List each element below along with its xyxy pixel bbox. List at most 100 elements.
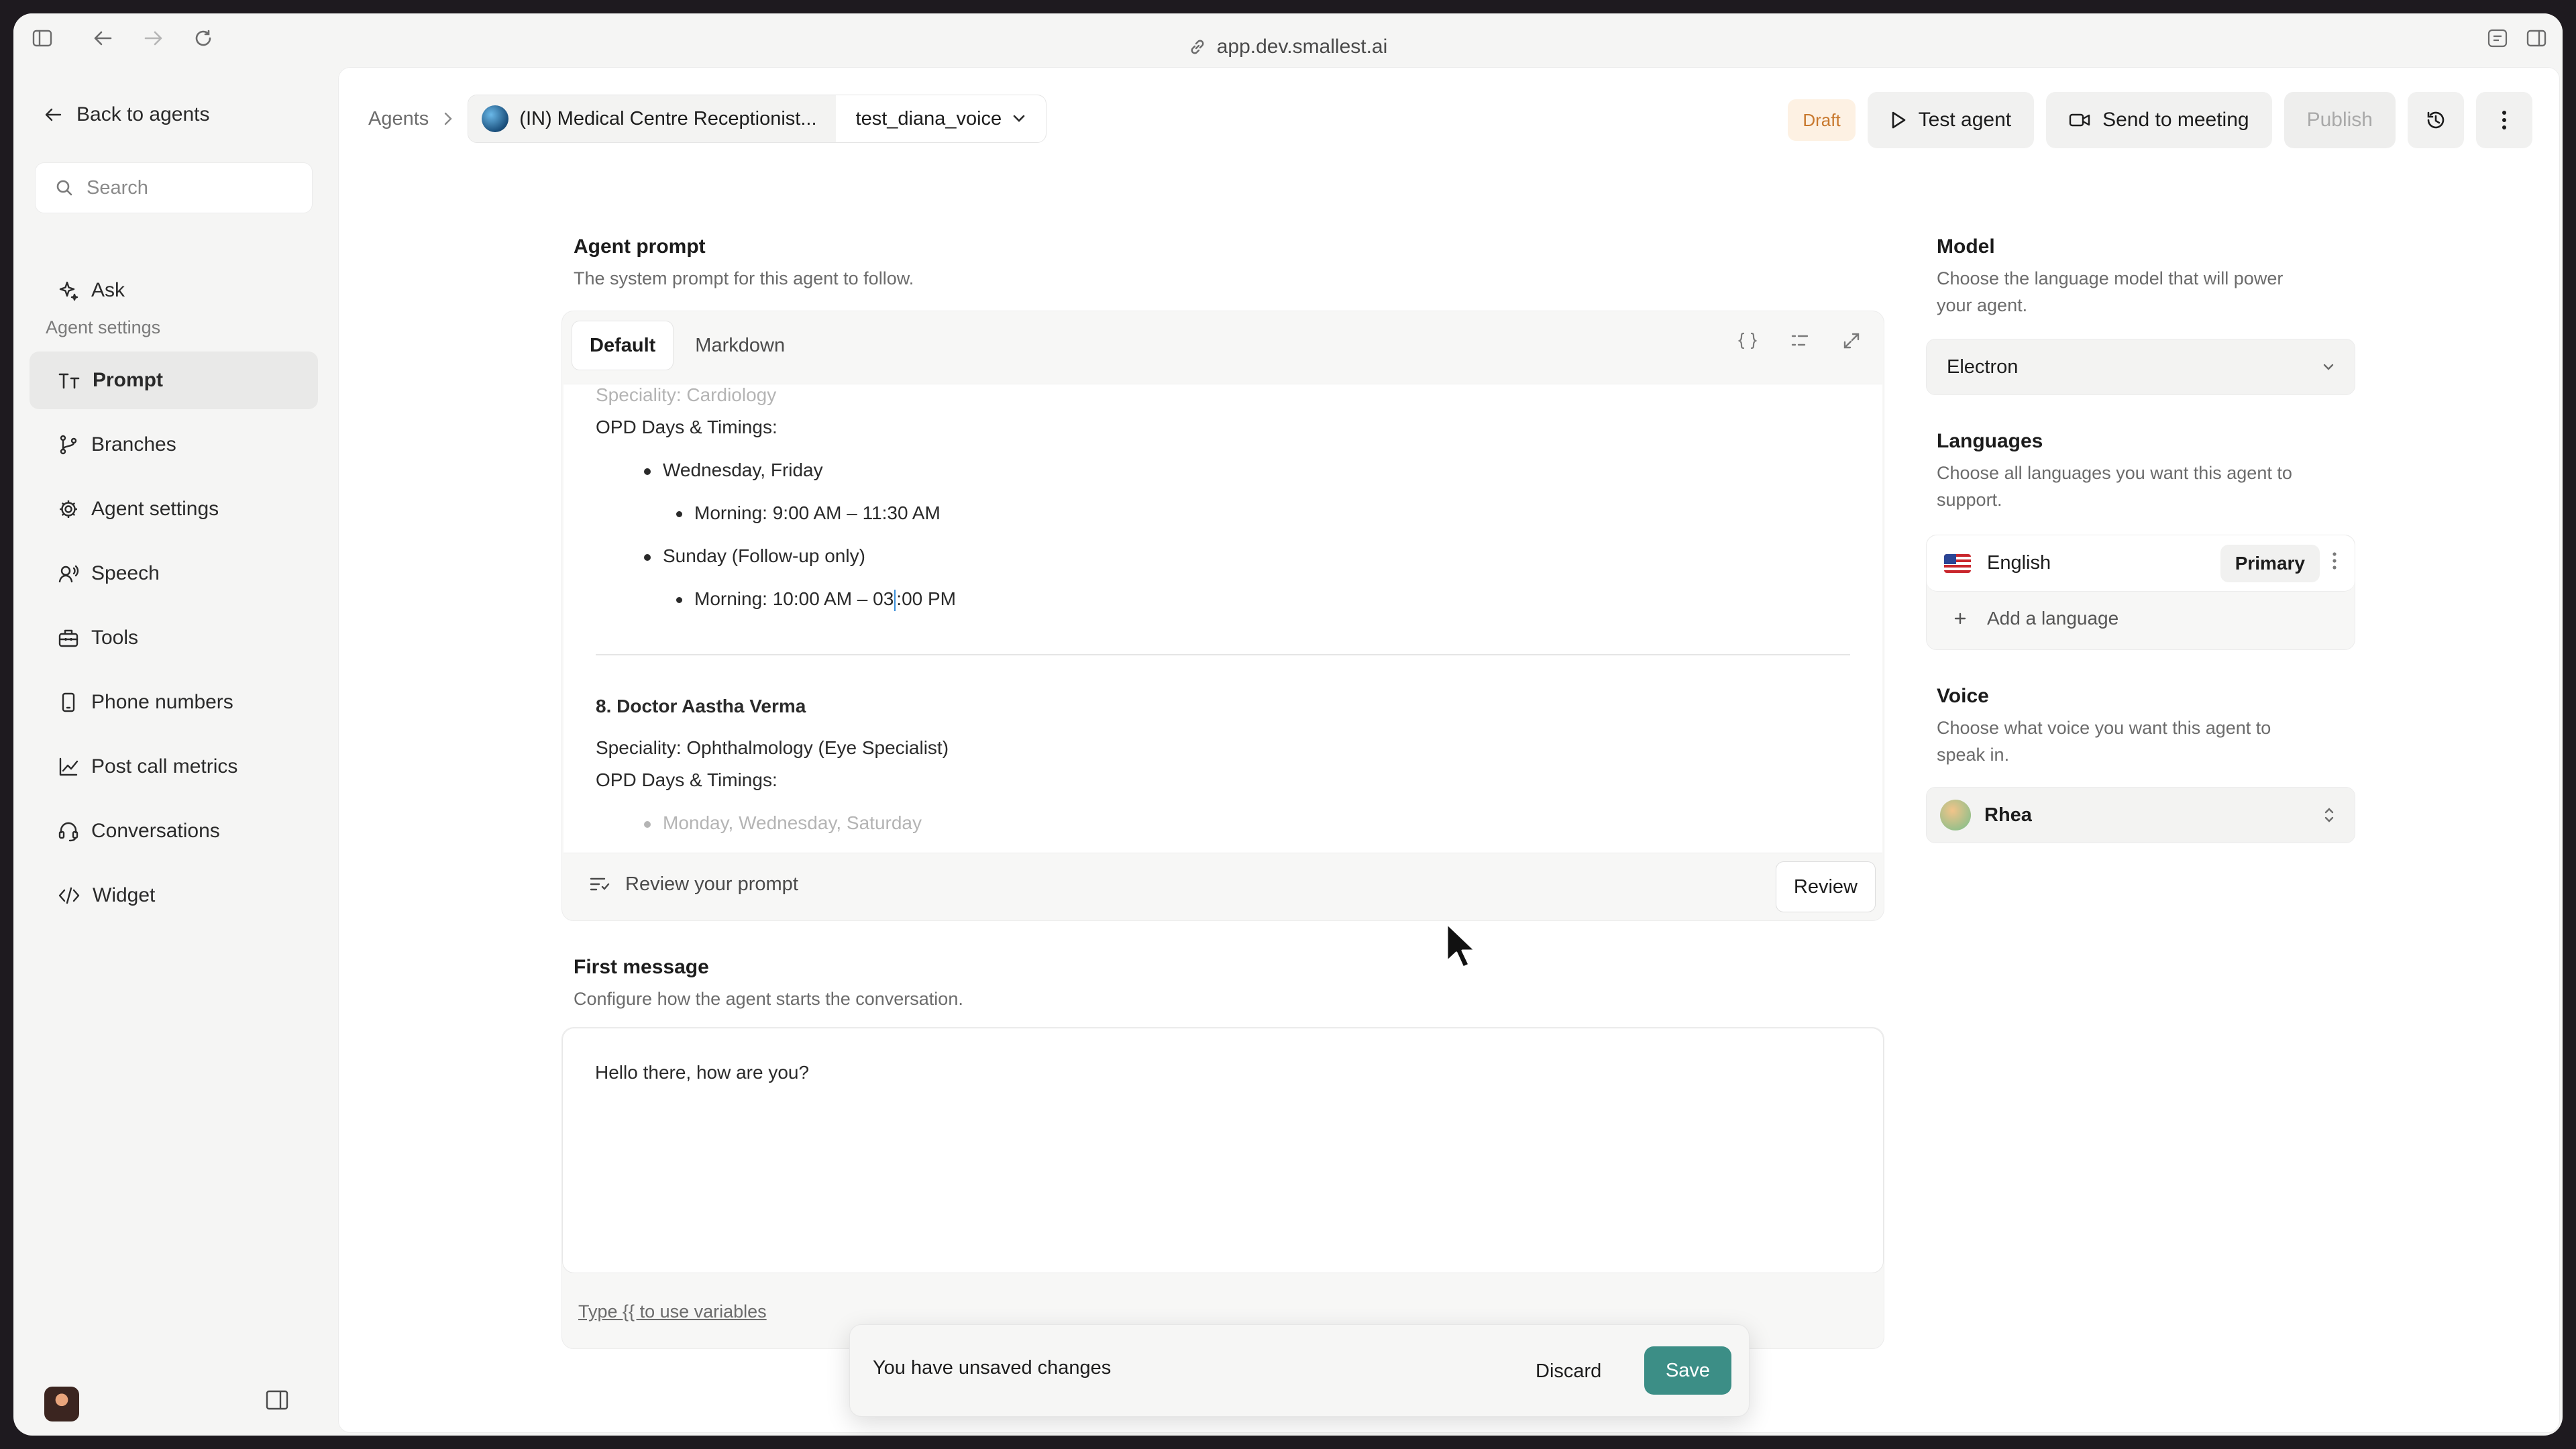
- sidebar-item-ask[interactable]: Ask: [30, 262, 318, 319]
- sidebar-item-branches[interactable]: Branches: [30, 416, 318, 474]
- variables-hint[interactable]: Type {{ to use variables: [578, 1301, 767, 1322]
- back-label: Back to agents: [76, 103, 210, 125]
- prompt-bullet-text: Sunday (Follow-up only): [663, 545, 865, 566]
- editor-tabs: Default Markdown: [572, 321, 802, 370]
- text-caret: [894, 589, 896, 611]
- tab-default[interactable]: Default: [572, 321, 674, 370]
- bullet-dot: [644, 553, 651, 561]
- review-button[interactable]: Review: [1775, 861, 1876, 912]
- chevron-up-down-icon: [2324, 808, 2334, 822]
- toolbox-icon: [58, 629, 78, 647]
- sidebar-item-agent-settings[interactable]: Agent settings: [30, 480, 318, 538]
- braces-icon[interactable]: [1737, 331, 1758, 350]
- test-agent-button[interactable]: Test agent: [1867, 92, 2035, 148]
- breadcrumb-agents[interactable]: Agents: [368, 108, 429, 130]
- search-input[interactable]: Search: [35, 162, 313, 213]
- sparkle-icon: [59, 281, 78, 301]
- back-to-agents-link[interactable]: Back to agents: [44, 103, 209, 126]
- prompt-subbullet: Morning: 9:00 AM – 11:30 AM: [676, 502, 941, 524]
- sidebar-item-label: Branches: [91, 433, 176, 455]
- sidebar-item-tools[interactable]: Tools: [30, 609, 318, 667]
- model-value: Electron: [1947, 356, 2019, 378]
- history-button[interactable]: [2408, 92, 2464, 148]
- languages-list: English Primary Add a language: [1926, 535, 2355, 650]
- review-hint: Review your prompt: [589, 863, 798, 906]
- languages-title: Languages: [1937, 430, 2043, 452]
- agent-prompt-subtitle: The system prompt for this agent to foll…: [574, 268, 914, 288]
- us-flag-icon: [1944, 553, 1971, 573]
- expand-icon[interactable]: [1842, 331, 1861, 350]
- voice-subtitle-1: Choose what voice you want this agent to: [1937, 718, 2271, 738]
- sidebar-item-phone-numbers[interactable]: Phone numbers: [30, 674, 318, 731]
- prompt-content[interactable]: Speciality: Cardiology OPD Days & Timing…: [564, 384, 1882, 853]
- language-row-english[interactable]: English Primary: [1927, 535, 2355, 592]
- prompt-bullet: Monday, Wednesday, Saturday: [644, 812, 922, 834]
- app-window: app.dev.smallest.ai Back to agents Searc…: [13, 13, 2563, 1436]
- speech-icon: [58, 565, 79, 583]
- version-dropdown[interactable]: test_diana_voice: [836, 108, 1046, 130]
- chart-icon: [59, 757, 78, 776]
- sidebar-item-label: Ask: [91, 279, 125, 301]
- sidebar-item-label: Agent settings: [91, 498, 219, 520]
- split-view-icon[interactable]: [2525, 27, 2548, 50]
- editor-tools: [1737, 331, 1861, 350]
- add-language-label: Add a language: [1987, 608, 2119, 629]
- agent-selector[interactable]: (IN) Medical Centre Receptionist... test…: [468, 95, 1047, 143]
- sidebar-item-conversations[interactable]: Conversations: [30, 802, 318, 860]
- sidebar-item-label: Prompt: [93, 369, 163, 391]
- headset-icon: [58, 822, 78, 842]
- languages-subtitle-2: support.: [1937, 490, 2002, 510]
- prompt-bullet-text: :00 PM: [896, 588, 956, 609]
- sidebar-item-prompt[interactable]: Prompt: [30, 352, 318, 409]
- save-button[interactable]: Save: [1644, 1346, 1731, 1395]
- more-options-button[interactable]: [2476, 92, 2532, 148]
- send-to-meeting-label: Send to meeting: [2102, 109, 2249, 131]
- prompt-icon: [58, 373, 80, 389]
- prompt-bullet-text: Wednesday, Friday: [663, 460, 823, 480]
- link-icon: [1191, 40, 1204, 54]
- divider: [596, 654, 1850, 655]
- language-menu-icon[interactable]: [2332, 551, 2337, 576]
- collapse-sidebar-icon[interactable]: [266, 1390, 288, 1413]
- history-icon: [2427, 111, 2445, 129]
- list-icon[interactable]: [1790, 331, 1810, 350]
- breadcrumb: Agents (IN) Medical Centre Receptionist.…: [368, 95, 1047, 143]
- sidebar-item-widget[interactable]: Widget: [30, 867, 318, 924]
- model-subtitle-2: your agent.: [1937, 295, 2028, 315]
- tab-markdown[interactable]: Markdown: [678, 321, 802, 370]
- sidebar-item-label: Phone numbers: [91, 691, 233, 713]
- send-to-meeting-button[interactable]: Send to meeting: [2046, 92, 2272, 148]
- model-subtitle-1: Choose the language model that will powe…: [1937, 268, 2284, 288]
- branch-icon: [60, 435, 77, 455]
- publish-button[interactable]: Publish: [2284, 92, 2396, 148]
- sidebar-item-label: Post call metrics: [91, 755, 238, 777]
- extension-icon[interactable]: [2486, 27, 2509, 50]
- prompt-bullet: Sunday (Follow-up only): [644, 545, 865, 567]
- sidebar-item-post-call-metrics[interactable]: Post call metrics: [30, 738, 318, 796]
- prompt-bullet-text: Morning: 10:00 AM – 03: [694, 588, 894, 609]
- first-message-title: First message: [574, 956, 709, 978]
- first-message-text: Hello there, how are you?: [595, 1062, 810, 1083]
- chevron-right-icon: [445, 112, 452, 125]
- address-bar[interactable]: app.dev.smallest.ai: [13, 34, 2563, 60]
- unsaved-changes-bar: You have unsaved changes Discard Save: [849, 1324, 1750, 1417]
- avatar[interactable]: [44, 1387, 79, 1421]
- sidebar-item-label: Speech: [91, 562, 160, 584]
- first-message-input[interactable]: Hello there, how are you?: [562, 1028, 1884, 1273]
- sidebar-item-speech[interactable]: Speech: [30, 545, 318, 602]
- browser-toolbar: app.dev.smallest.ai: [13, 13, 2563, 62]
- arrow-left-icon: [45, 108, 62, 121]
- publish-label: Publish: [2306, 109, 2373, 131]
- unsaved-message: You have unsaved changes: [873, 1357, 1112, 1379]
- discard-button[interactable]: Discard: [1536, 1350, 1601, 1392]
- gear-icon: [60, 500, 77, 518]
- add-language-button[interactable]: Add a language: [1953, 608, 2118, 629]
- prompt-line: Speciality: Cardiology: [596, 384, 777, 405]
- prompt-bullet-text: Morning: 9:00 AM – 11:30 AM: [694, 502, 941, 523]
- voice-select[interactable]: Rhea: [1926, 787, 2355, 843]
- video-icon: [2069, 113, 2090, 127]
- model-select[interactable]: Electron: [1926, 339, 2355, 395]
- agent-name-tab[interactable]: (IN) Medical Centre Receptionist...: [468, 95, 836, 142]
- test-agent-label: Test agent: [1918, 109, 2012, 131]
- voice-title: Voice: [1937, 685, 1989, 707]
